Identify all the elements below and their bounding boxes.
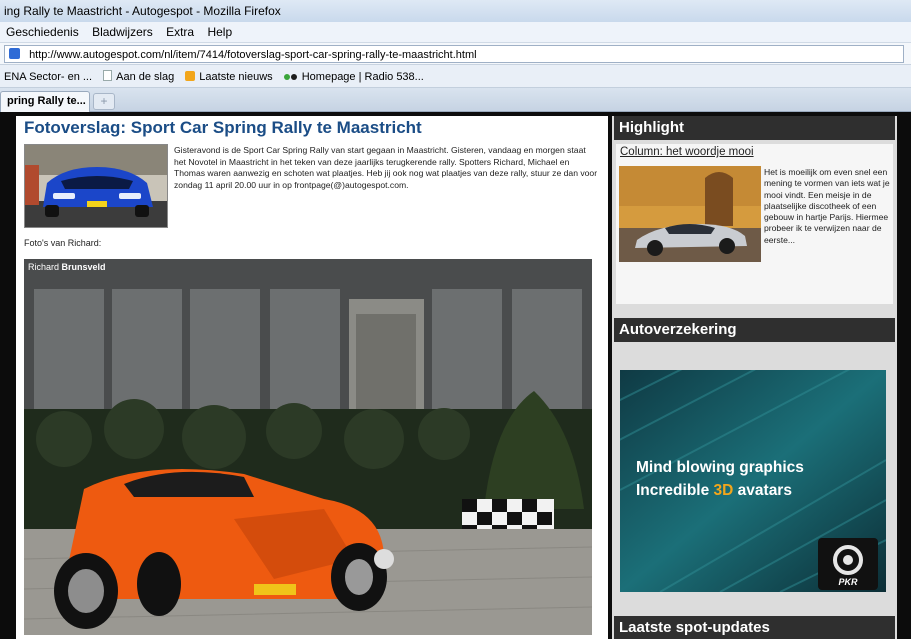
window-title: ing Rally te Maastricht - Autogespot - M… <box>4 4 281 18</box>
address-bar[interactable]: http://www.autogespot.com/nl/item/7414/f… <box>4 45 904 63</box>
pkr-logo: PKR <box>818 538 878 590</box>
photos-label: Foto's van Richard: <box>24 238 102 248</box>
address-bar-url: http://www.autogespot.com/nl/item/7414/f… <box>29 49 477 61</box>
highlight-box: Column: het woordje mooi Het is moeilijk… <box>616 144 893 304</box>
bookmark-aan-de-slag[interactable]: Aan de slag <box>103 70 174 83</box>
article-column: Fotoverslag: Sport Car Spring Rally te M… <box>16 116 608 639</box>
ad-line-1: Mind blowing graphics <box>636 459 804 476</box>
rss-feed-icon <box>185 71 196 81</box>
article-thumbnail-bugatti-image[interactable] <box>24 144 168 228</box>
bookmark-label: ENA Sector- en ... <box>4 71 93 83</box>
site-favicon-icon <box>9 48 20 59</box>
navigation-bar: http://www.autogespot.com/nl/item/7414/f… <box>0 43 911 65</box>
menu-geschiedenis[interactable]: Geschiedenis <box>6 25 79 39</box>
pkr-advertisement[interactable]: Mind blowing graphics Incredible 3D avat… <box>620 370 886 592</box>
credit-last-name: Brunsveld <box>61 262 106 272</box>
bookmark-laatste-nieuws[interactable]: Laatste nieuws <box>185 71 273 83</box>
autoverzekering-header: Autoverzekering <box>614 318 895 342</box>
bookmark-label: Homepage | Radio 538... <box>301 71 424 83</box>
ad-line-2-start: Incredible <box>636 482 714 499</box>
ad-3d-highlight: 3D <box>713 482 734 499</box>
credit-first-name: Richard <box>28 262 60 272</box>
tab-active[interactable]: pring Rally te... <box>0 91 90 112</box>
web-page: Fotoverslag: Sport Car Spring Rally te M… <box>0 112 911 639</box>
ad-line-2: Incredible 3D avatars <box>636 479 804 502</box>
laatste-spot-updates-header: Laatste spot-updates <box>614 616 895 639</box>
photo-credit: Richard Brunsveld <box>28 262 106 272</box>
bookmark-label: Laatste nieuws <box>199 71 273 83</box>
bookmark-ena-sector[interactable]: ENA Sector- en ... <box>4 71 92 83</box>
radio-538-icon <box>283 71 298 83</box>
tab-label: pring Rally te... <box>7 95 86 107</box>
ad-headline: Mind blowing graphics Incredible 3D avat… <box>636 456 804 502</box>
article-photo-caterham[interactable]: Richard Brunsveld <box>24 259 592 635</box>
menu-bar: Geschiedenis Bladwijzers Extra Help <box>0 22 911 43</box>
article-title[interactable]: Fotoverslag: Sport Car Spring Rally te M… <box>24 118 422 138</box>
plus-icon: + <box>100 94 108 108</box>
menu-bladwijzers[interactable]: Bladwijzers <box>92 25 153 39</box>
bookmark-radio-538[interactable]: Homepage | Radio 538... <box>283 71 424 83</box>
highlight-link[interactable]: Column: het woordje mooi <box>620 146 754 158</box>
ad-line-2-end: avatars <box>733 482 792 499</box>
pkr-logo-icon <box>833 545 863 575</box>
new-tab-button[interactable]: + <box>93 93 115 110</box>
menu-help[interactable]: Help <box>207 25 232 39</box>
bookmarks-toolbar: ENA Sector- en ... Aan de slag Laatste n… <box>0 65 911 88</box>
tab-strip: pring Rally te... + <box>0 88 911 112</box>
highlight-header: Highlight <box>614 116 895 140</box>
page-icon <box>103 70 113 81</box>
sidebar: Highlight Column: het woordje mooi Het i… <box>612 116 897 639</box>
highlight-text: Het is moeilijk om even snel een mening … <box>764 167 890 245</box>
pkr-logo-text: PKR <box>838 577 858 587</box>
menu-extra[interactable]: Extra <box>166 25 194 39</box>
article-intro: Gisteravond is de Sport Car Spring Rally… <box>174 145 598 190</box>
highlight-car-image[interactable] <box>619 166 761 262</box>
window-title-bar: ing Rally te Maastricht - Autogespot - M… <box>0 0 911 22</box>
bookmark-label: Aan de slag <box>116 71 175 83</box>
